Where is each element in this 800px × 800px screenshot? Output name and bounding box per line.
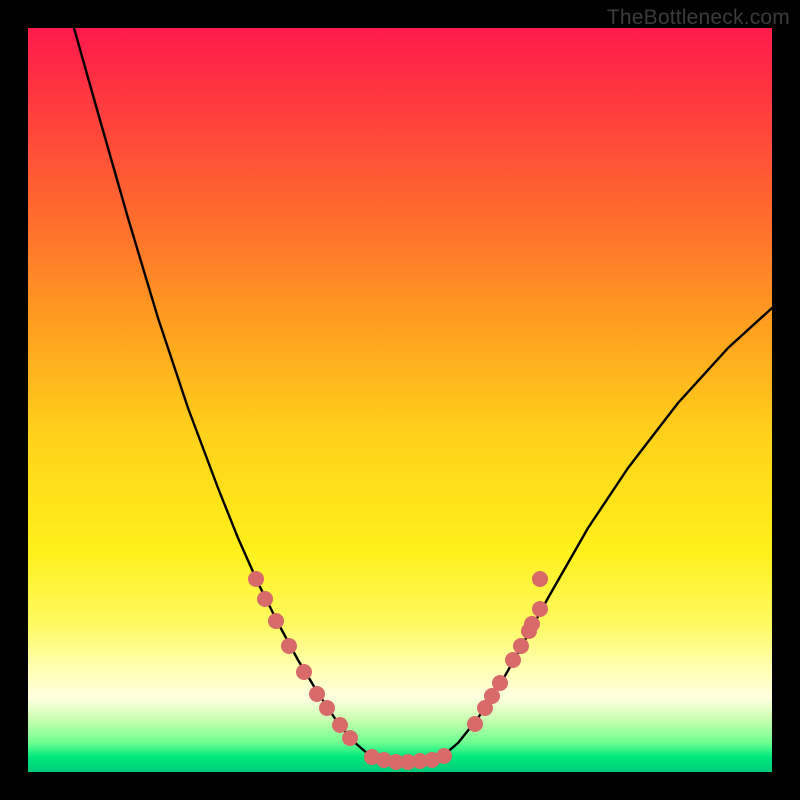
data-point [492,675,508,691]
data-point [268,613,284,629]
chart-svg [28,28,772,772]
data-point [505,652,521,668]
chart-plot-area [28,28,772,772]
data-point [248,571,264,587]
data-point [296,664,312,680]
data-point [524,616,540,632]
data-point [332,717,348,733]
data-point [257,591,273,607]
data-point [532,601,548,617]
data-point [281,638,297,654]
bottleneck-curve [74,28,772,762]
data-point [342,730,358,746]
data-point [309,686,325,702]
data-point [319,700,335,716]
data-point [467,716,483,732]
data-point [436,748,452,764]
watermark-text: TheBottleneck.com [607,6,790,30]
data-point [532,571,548,587]
chart-frame: TheBottleneck.com [0,0,800,800]
data-point [513,638,529,654]
